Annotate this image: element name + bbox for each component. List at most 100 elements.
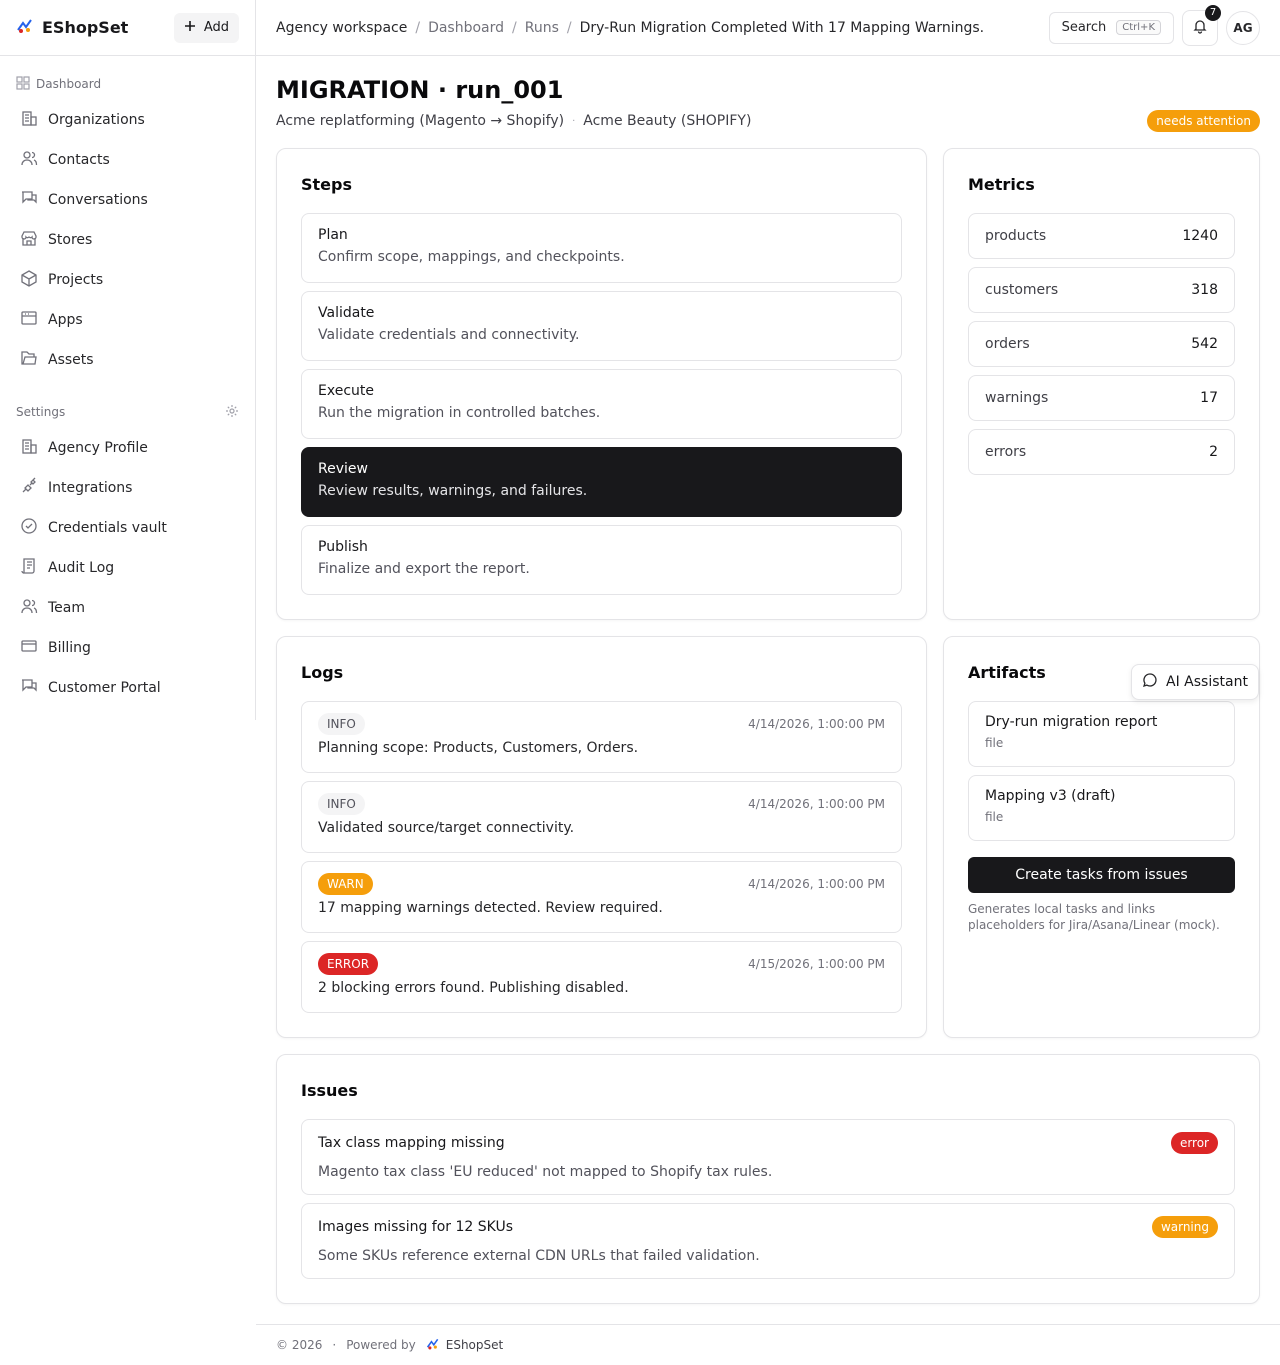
steps-title: Steps [301,175,352,194]
sidebar-item-label: Audit Log [48,560,115,576]
step-name: Execute [318,383,374,399]
step-desc: Finalize and export the report. [318,561,530,577]
search-shortcut: Ctrl+K [1116,20,1161,35]
search-button[interactable]: Search Ctrl+K [1048,11,1174,44]
breadcrumb-dashboard[interactable]: Dashboard [428,20,504,36]
breadcrumb-runs[interactable]: Runs [525,20,559,36]
step-validate[interactable]: Validate Validate credentials and connec… [301,291,902,361]
steps-card: Steps Plan Confirm scope, mappings, and … [276,148,927,620]
sidebar-item-label: Billing [48,640,91,656]
sidebar-item-apps[interactable]: Apps [16,300,239,340]
footer-brand[interactable]: EShopSet [426,1337,503,1354]
step-name: Plan [318,227,348,243]
sidebar-item-team[interactable]: Team [16,588,239,628]
artifact-item[interactable]: Mapping v3 (draft) file [968,775,1235,841]
sidebar-item-label: Agency Profile [48,440,148,456]
step-publish[interactable]: Publish Finalize and export the report. [301,525,902,595]
metric-value: 17 [1200,390,1218,406]
avatar[interactable]: AG [1226,10,1260,45]
sidebar-item-assets[interactable]: Assets [16,340,239,380]
topbar-actions: Search Ctrl+K 7 AG [1048,4,1260,46]
metric-key: customers [985,282,1059,298]
severity-badge: warning [1151,1216,1218,1238]
section-label-dashboard[interactable]: Dashboard [16,72,239,96]
ai-assistant-button[interactable]: AI Assistant [1131,664,1259,700]
separator-dot: · [332,1338,337,1352]
brand[interactable]: EShopSet [16,17,128,39]
sidebar-item-projects[interactable]: Projects [16,260,239,300]
log-timestamp: 4/15/2026, 1:00:00 PM [748,957,885,971]
log-entry: INFO 4/14/2026, 1:00:00 PM Validated sou… [301,781,902,853]
sidebar-item-conversations[interactable]: Conversations [16,180,239,220]
plug-icon [20,477,38,499]
topbar: Agency workspace / Dashboard / Runs / Dr… [256,0,1280,56]
sidebar-item-organizations[interactable]: Organizations [16,100,239,140]
log-message: 2 blocking errors found. Publishing disa… [318,980,629,996]
building-icon [20,109,38,131]
logo-icon [16,17,34,39]
log-level-badge: WARN [318,873,373,895]
section-label-settings: Settings [16,400,239,424]
step-plan[interactable]: Plan Confirm scope, mappings, and checkp… [301,213,902,283]
metric-value: 2 [1209,444,1218,460]
step-execute[interactable]: Execute Run the migration in controlled … [301,369,902,439]
log-timestamp: 4/14/2026, 1:00:00 PM [748,877,885,891]
metric-value: 1240 [1182,228,1218,244]
sidebar-item-label: Projects [48,272,104,288]
log-level-badge: INFO [318,713,365,735]
notifications-button[interactable]: 7 [1182,4,1221,46]
issue-item[interactable]: Images missing for 12 SKUs warning Some … [301,1203,1235,1279]
folder-icon [20,349,38,371]
nav-main: Dashboard Organizations Contacts Convers… [0,72,255,380]
metric-customers: customers 318 [968,267,1235,313]
log-message: Planning scope: Products, Customers, Ord… [318,740,639,756]
artifact-name: Mapping v3 (draft) [985,788,1116,804]
step-desc: Validate credentials and connectivity. [318,327,580,343]
chat-icon [20,189,38,211]
breadcrumb-separator: / [415,19,421,36]
log-entry: WARN 4/14/2026, 1:00:00 PM 17 mapping wa… [301,861,902,933]
sidebar-item-customer-portal[interactable]: Customer Portal [16,668,239,708]
sidebar-item-stores[interactable]: Stores [16,220,239,260]
issue-item[interactable]: Tax class mapping missing error Magento … [301,1119,1235,1195]
metric-warnings: warnings 17 [968,375,1235,421]
metric-products: products 1240 [968,213,1235,259]
sidebar-item-audit-log[interactable]: Audit Log [16,548,239,588]
sidebar-item-integrations[interactable]: Integrations [16,468,239,508]
sidebar-item-label: Integrations [48,480,133,496]
artifact-type: file [985,810,1004,824]
chat-bubble-icon [1142,672,1158,692]
create-tasks-note: Generates local tasks and links placehol… [968,902,1220,932]
users-icon [20,149,38,171]
artifact-item[interactable]: Dry-run migration report file [968,701,1235,767]
sidebar-item-credentials-vault[interactable]: Credentials vault [16,508,239,548]
sidebar-item-billing[interactable]: Billing [16,628,239,668]
users-icon [20,597,38,619]
step-review[interactable]: Review Review results, warnings, and fai… [301,447,902,517]
metric-key: errors [985,444,1027,460]
metric-key: products [985,228,1047,244]
sidebar-item-agency-profile[interactable]: Agency Profile [16,428,239,468]
add-button[interactable]: Add [173,12,239,43]
issue-name: Tax class mapping missing [318,1135,505,1151]
sidebar-item-label: Team [48,600,86,616]
issue-desc: Magento tax class 'EU reduced' not mappe… [318,1164,773,1180]
metric-key: warnings [985,390,1049,406]
step-desc: Review results, warnings, and failures. [318,483,588,499]
step-name: Publish [318,539,368,555]
sidebar-item-contacts[interactable]: Contacts [16,140,239,180]
metrics-card: Metrics products 1240 customers 318 orde… [943,148,1260,620]
log-message: 17 mapping warnings detected. Review req… [318,900,663,916]
search-label: Search [1061,20,1107,35]
status-badge: needs attention [1147,110,1260,132]
create-tasks-button[interactable]: Create tasks from issues [968,857,1235,893]
metric-key: orders [985,336,1030,352]
building-icon [20,437,38,459]
ai-assistant-label: AI Assistant [1166,674,1248,690]
step-name: Review [318,461,368,477]
breadcrumb-workspace[interactable]: Agency workspace [276,20,407,36]
step-name: Validate [318,305,375,321]
nav-settings: Settings Agency Profile Integrations Cre… [0,400,255,708]
check-circle-icon [20,517,38,539]
gear-icon[interactable] [225,404,239,421]
